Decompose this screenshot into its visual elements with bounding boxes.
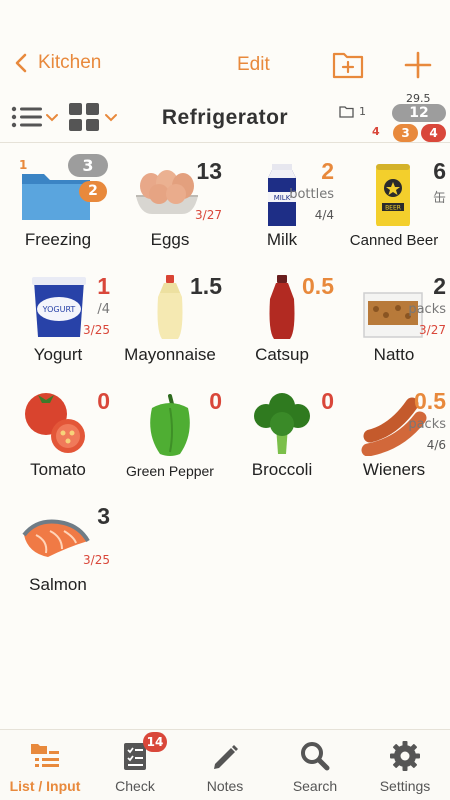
search-icon xyxy=(301,742,330,771)
item-quantity: 6 xyxy=(433,158,446,184)
folder-count-value: 1 xyxy=(359,105,366,118)
expiry-date: 3/27 xyxy=(195,208,222,222)
item-quantity: 2 xyxy=(321,158,334,184)
item-quantity: 0.5 xyxy=(302,273,334,299)
item-broccoli[interactable]: 0 Broccoli xyxy=(226,380,338,495)
tab-label: Settings xyxy=(379,778,431,794)
item-name: Natto xyxy=(373,345,415,364)
item-unit: packs xyxy=(408,302,446,317)
item-name: Milk xyxy=(266,230,298,249)
folder-warning-badge: 2 xyxy=(79,181,107,202)
item-quantity: 1 xyxy=(97,273,110,299)
item-quantity: 2 xyxy=(433,273,446,299)
back-button[interactable]: Kitchen xyxy=(14,52,101,74)
item-name: Mayonnaise xyxy=(124,345,216,364)
item-natto[interactable]: 2 packs 3/27 Natto xyxy=(338,265,450,380)
folder-count: 1 xyxy=(339,105,366,118)
tab-settings[interactable]: Settings xyxy=(360,730,450,800)
item-quantity: 1.5 xyxy=(190,273,222,299)
folder-expired-count: 1 xyxy=(19,158,28,172)
folder-outline-icon xyxy=(339,106,354,118)
item-quantity: 0.5 xyxy=(414,388,446,414)
beer-can-icon: BEER xyxy=(376,164,410,226)
folder-freezing[interactable]: 1 3 2 Freezing xyxy=(2,150,114,265)
svg-text:BEER: BEER xyxy=(385,205,401,212)
alert-count-badge: 4 xyxy=(421,124,446,142)
tab-search[interactable]: Search xyxy=(270,730,360,800)
item-catsup[interactable]: 0.5 Catsup xyxy=(226,265,338,380)
item-quantity: 3 xyxy=(97,503,110,529)
item-mayonnaise[interactable]: 1.5 Mayonnaise xyxy=(114,265,226,380)
edit-button[interactable]: Edit xyxy=(237,54,270,76)
green-pepper-icon xyxy=(150,394,190,456)
item-wieners[interactable]: 0.5 packs 4/6 Wieners xyxy=(338,380,450,495)
back-label: Kitchen xyxy=(38,52,102,73)
add-item-icon[interactable] xyxy=(404,51,432,79)
expired-count: 4 xyxy=(372,125,380,138)
item-yogurt[interactable]: YOGURT 1 /4 3/25 Yogurt xyxy=(2,265,114,380)
tab-label: Notes xyxy=(206,778,244,794)
item-name: Tomato xyxy=(30,460,86,479)
warning-count-badge: 3 xyxy=(393,124,418,142)
item-quantity: 0 xyxy=(209,388,222,414)
expiry-date: 4/4 xyxy=(314,208,334,222)
top-navigation-bar: Kitchen Edit xyxy=(0,0,450,95)
item-unit: bottles xyxy=(289,187,334,202)
broccoli-icon xyxy=(254,393,310,454)
item-name: Freezing xyxy=(24,230,92,249)
tab-notes[interactable]: Notes xyxy=(180,730,270,800)
new-folder-icon[interactable] xyxy=(332,49,364,79)
folder-count-badge: 3 xyxy=(68,154,108,177)
tab-label: List / Input xyxy=(9,778,81,794)
item-green-pepper[interactable]: 0 Green Pepper xyxy=(114,380,226,495)
item-milk[interactable]: MILK 2 bottles 4/4 Milk xyxy=(226,150,338,265)
item-tomato[interactable]: 0 Tomato xyxy=(2,380,114,495)
item-name: Salmon xyxy=(29,575,87,594)
item-salmon[interactable]: 3 3/25 Salmon xyxy=(2,495,114,610)
check-count-badge: 14 xyxy=(143,732,167,752)
item-quantity: 0 xyxy=(321,388,334,414)
item-unit: /4 xyxy=(97,302,110,317)
list-input-icon xyxy=(31,744,59,767)
item-quantity: 0 xyxy=(97,388,110,414)
chevron-left-icon xyxy=(15,53,27,73)
page-title: Refrigerator xyxy=(161,106,289,129)
item-name: Yogurt xyxy=(33,345,83,364)
tab-label: Check xyxy=(115,778,155,794)
view-toolbar: Refrigerator 1 4 29.5 12 3 4 xyxy=(0,92,450,143)
expiry-date: 4/6 xyxy=(426,438,446,452)
svg-text:YOGURT: YOGURT xyxy=(42,305,76,314)
item-eggs[interactable]: 13 3/27 Eggs xyxy=(114,150,226,265)
tab-label: Search xyxy=(292,778,338,794)
item-name: Eggs xyxy=(150,230,190,249)
tab-list-input[interactable]: List / Input xyxy=(0,730,90,800)
item-name: Green Pepper xyxy=(126,463,214,479)
item-name: Canned Beer xyxy=(349,232,439,249)
items-count-badge: 12 xyxy=(392,104,446,122)
item-name: Wieners xyxy=(362,460,426,479)
item-name: Catsup xyxy=(255,345,309,364)
expiry-date: 3/27 xyxy=(419,323,446,337)
item-name: Broccoli xyxy=(251,460,313,479)
item-canned-beer[interactable]: BEER 6 缶 Canned Beer xyxy=(338,150,450,265)
expiry-date: 3/25 xyxy=(83,323,110,337)
item-unit: packs xyxy=(408,417,446,432)
item-unit: 缶 xyxy=(432,191,446,206)
pencil-icon xyxy=(214,745,238,769)
expiry-date: 3/25 xyxy=(83,553,110,567)
gear-icon xyxy=(390,741,420,771)
item-quantity: 13 xyxy=(196,158,222,184)
summary-badges: 29.5 12 3 4 xyxy=(392,92,448,143)
tab-check[interactable]: 14 Check xyxy=(90,730,180,800)
bottom-tab-bar: List / Input 14 Check Notes Search Setti… xyxy=(0,729,450,800)
svg-text:MILK: MILK xyxy=(274,194,291,202)
tomato-icon xyxy=(25,393,85,453)
